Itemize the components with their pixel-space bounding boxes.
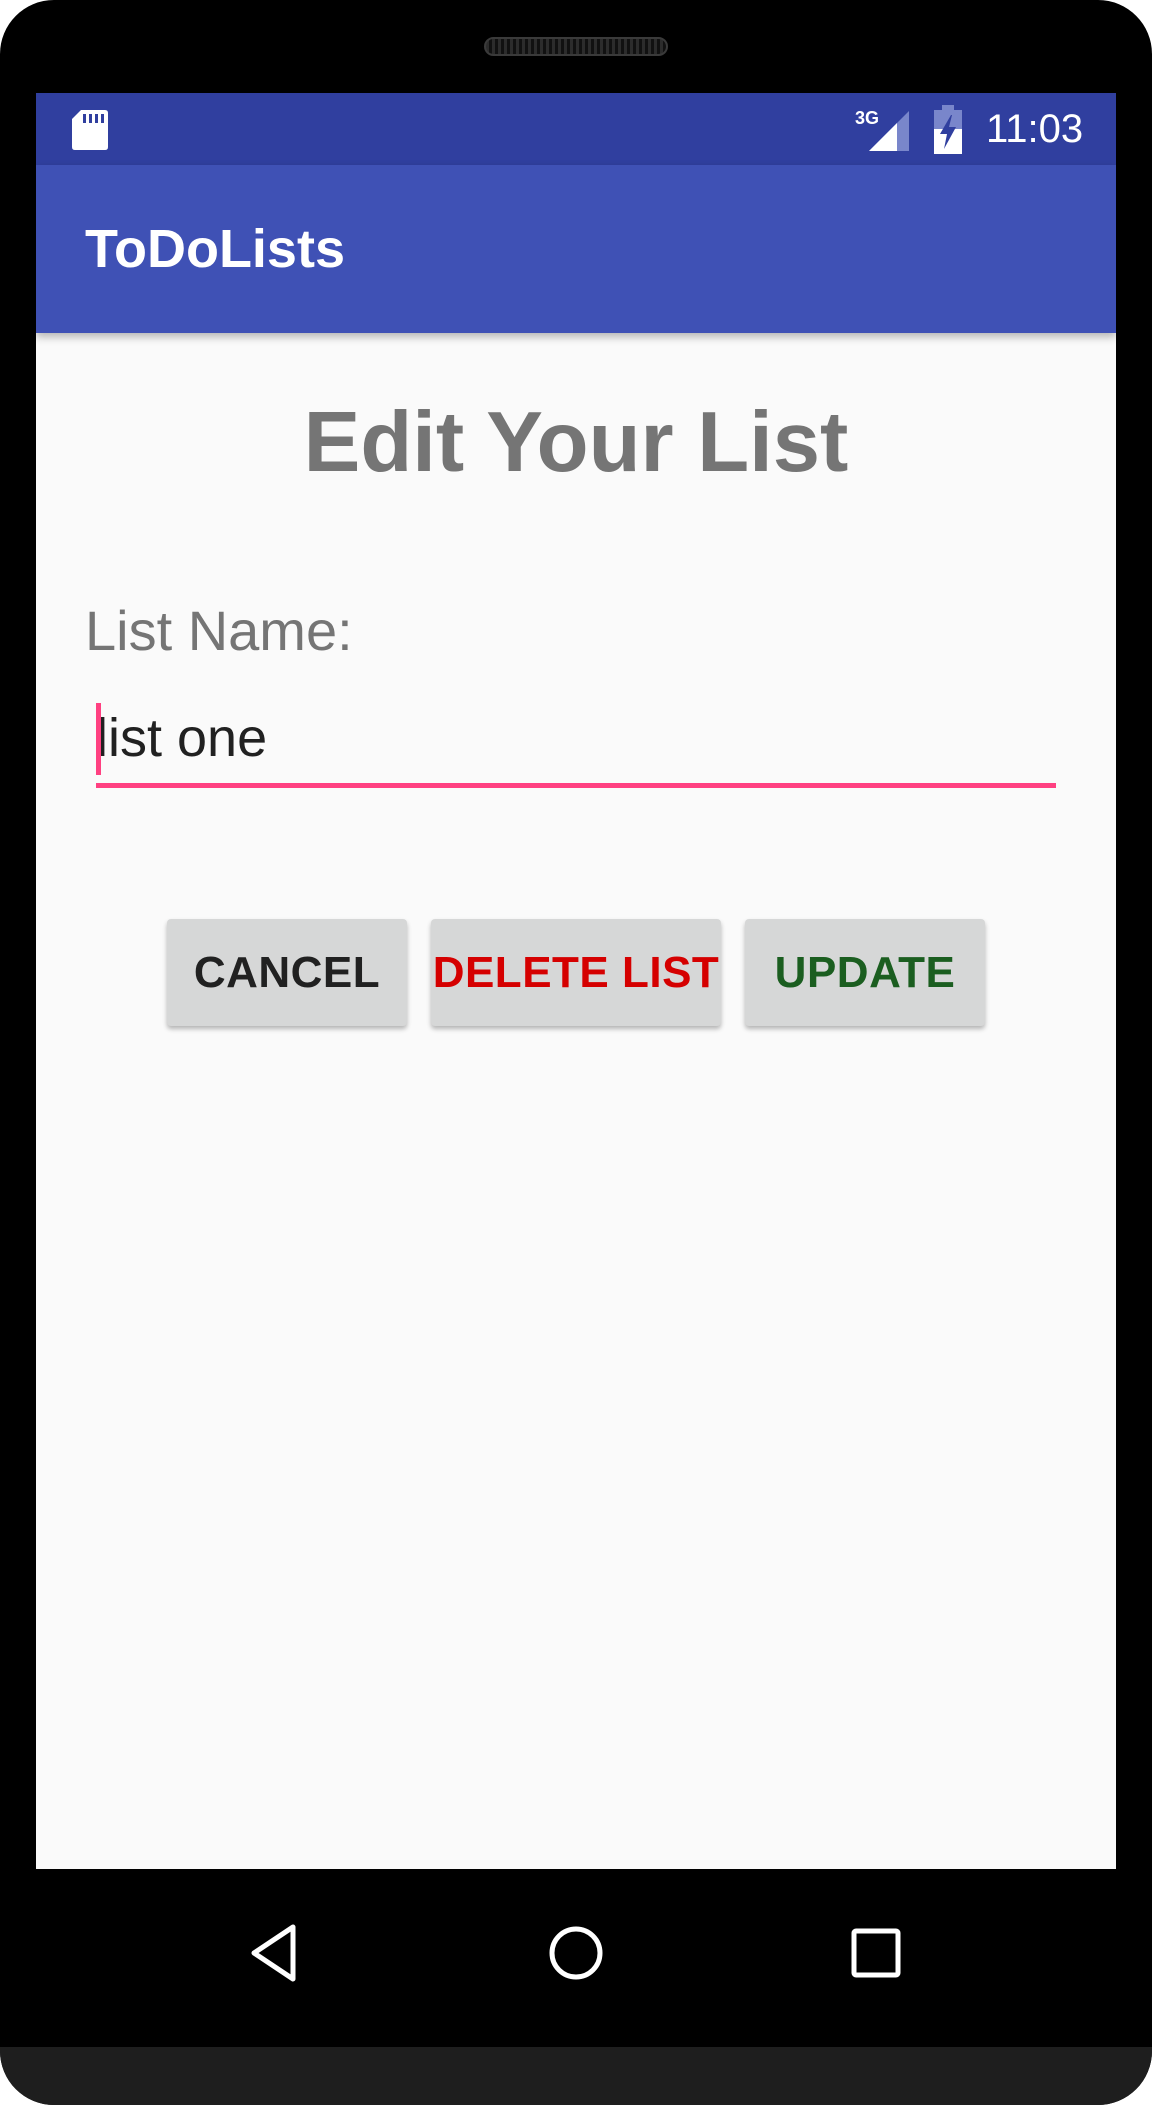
battery-charging-icon: [934, 105, 962, 154]
signal-icon: 3G: [855, 108, 909, 151]
list-name-value: list one: [96, 708, 268, 768]
device-frame: 3G 11:03 ToDoLists Edit Your List List N…: [0, 0, 1152, 2105]
home-icon[interactable]: [546, 1923, 606, 1983]
status-bar: 3G 11:03: [36, 93, 1116, 165]
app-screen: 3G 11:03 ToDoLists Edit Your List List N…: [36, 93, 1116, 1869]
update-button[interactable]: UPDATE: [745, 919, 985, 1026]
list-name-label: List Name:: [85, 599, 353, 662]
navigation-bar: [0, 1869, 1152, 2047]
status-clock: 11:03: [986, 107, 1084, 151]
back-icon[interactable]: [246, 1923, 306, 1983]
recents-icon[interactable]: [846, 1923, 906, 1983]
text-cursor: [96, 703, 101, 775]
app-toolbar: ToDoLists: [36, 165, 1116, 333]
speaker-grille: [484, 37, 668, 56]
app-title: ToDoLists: [85, 219, 345, 279]
list-name-input[interactable]: list one: [96, 703, 1056, 788]
delete-list-button[interactable]: DELETE LIST: [431, 919, 721, 1026]
cancel-button[interactable]: CANCEL: [167, 919, 407, 1026]
page-title: Edit Your List: [303, 395, 849, 490]
device-bottom-edge: [0, 2047, 1152, 2105]
sd-card-icon: [72, 110, 108, 150]
network-type-label: 3G: [855, 108, 879, 128]
